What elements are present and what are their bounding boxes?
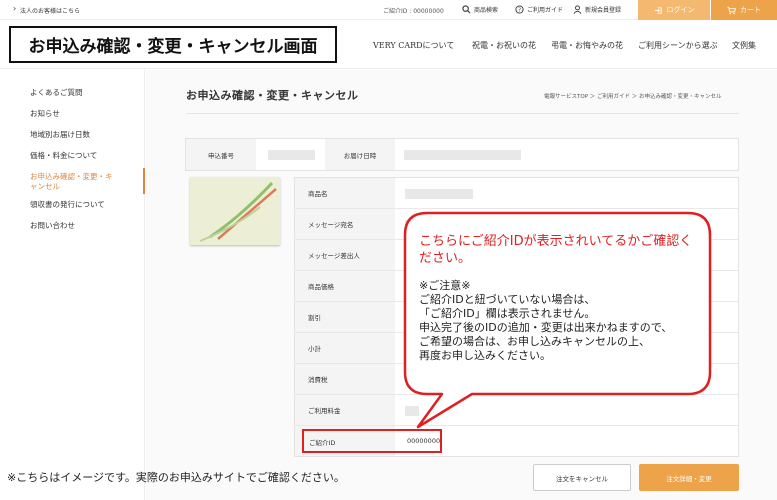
- referral-id-display: ご紹介ID : 00000000: [383, 8, 444, 15]
- table-row: 商品名: [295, 178, 738, 209]
- table-row: ご利用料金: [295, 395, 738, 426]
- row-label-sender: メッセージ差出人: [295, 240, 395, 270]
- row-value-recipient: [405, 220, 435, 230]
- breadcrumb[interactable]: 電報サービスTOP ＞ ご利用ガイド ＞ お申込み確認・変更・キャンセル: [544, 92, 722, 100]
- search-label: 商品検索: [474, 7, 499, 14]
- callout-note: ※ご注意※ ご紹介IDと紐づいていない場合は、 「ご紹介ID」欄は表示されません…: [419, 279, 699, 363]
- sidebar-item-news[interactable]: お知らせ: [30, 109, 60, 119]
- row-value-total: [405, 406, 419, 416]
- sidebar-item-contact[interactable]: お問い合わせ: [30, 221, 75, 231]
- sidebar-item-pricing[interactable]: 価格・料金について: [30, 151, 97, 161]
- search-link[interactable]: 商品検索: [462, 5, 498, 14]
- user-icon: [573, 5, 582, 14]
- sidebar-item-faq[interactable]: よくあるご質問: [30, 88, 83, 98]
- product-thumbnail: [190, 177, 280, 245]
- callout-headline: こちらにご紹介IDが表示されいてるかご確認ください。: [419, 234, 693, 266]
- register-link[interactable]: 新規会員登録: [573, 5, 621, 14]
- register-label: 新規会員登録: [585, 7, 622, 14]
- top-utility-bar: 法人のお客様はこちら ご紹介ID : 00000000 商品検索 ? ご利用ガイ…: [0, 0, 777, 20]
- nav-condolence-flowers[interactable]: 弔電・お悔やみの花: [551, 40, 623, 51]
- row-label-discount: 割引: [295, 302, 395, 332]
- callout-note-line: 申込完了後のIDの追加・変更は出来かねますので、: [419, 321, 673, 334]
- nav-sample-messages[interactable]: 文例集: [732, 40, 756, 51]
- table-row: 消費税: [295, 364, 738, 395]
- delivery-date-value: [404, 150, 521, 160]
- callout-note-line: ご希望の場合は、お申し込みキャンセルの上、: [419, 335, 650, 348]
- corporate-link[interactable]: 法人のお客様はこちら: [13, 4, 80, 15]
- login-label: ログイン: [666, 6, 695, 14]
- sidebar-item-order-confirm[interactable]: お申込み確認・変更・キャンセル: [30, 172, 118, 192]
- nav-celebration-flowers[interactable]: 祝電・お祝いの花: [472, 40, 536, 51]
- help-icon: ?: [515, 5, 524, 14]
- guide-link[interactable]: ? ご利用ガイド: [515, 5, 563, 14]
- cart-icon: [727, 6, 736, 14]
- header-divider: [0, 68, 777, 69]
- sidebar-item-receipt[interactable]: 領収書の発行について: [30, 200, 105, 210]
- sidebar-active-indicator: [143, 168, 145, 194]
- nav-very-card[interactable]: VERY CARDについて: [373, 40, 454, 51]
- referral-id-value: 00000000: [413, 8, 444, 15]
- callout-text: こちらにご紹介IDが表示されいてるかご確認ください。 ※ご注意※ ご紹介IDと紐…: [419, 233, 699, 363]
- delivery-date-label: お届け日時: [325, 139, 395, 170]
- row-label-price: 商品価格: [295, 271, 395, 301]
- callout-note-title: ※ご注意※: [419, 279, 471, 292]
- image-disclaimer: ※こちらはイメージです。実際のお申込みサイトでご確認ください。: [7, 471, 345, 484]
- row-label-product: 商品名: [295, 178, 395, 208]
- callout-note-line: ご紹介IDと紐づいていない場合は、: [419, 293, 596, 306]
- login-button[interactable]: ログイン: [638, 0, 710, 20]
- sidebar-item-delivery-days[interactable]: 地域別お届け日数: [30, 130, 90, 140]
- screen-headline: お申込み確認・変更・キャンセル画面: [9, 26, 337, 63]
- row-label-recipient: メッセージ宛名: [295, 209, 395, 239]
- login-icon: [654, 6, 662, 14]
- cart-button[interactable]: カート: [711, 0, 777, 20]
- row-label-tax: 消費税: [295, 364, 395, 394]
- row-label-subtotal: 小計: [295, 333, 395, 363]
- order-number-label: 申込番号: [186, 139, 256, 170]
- callout-note-line: 再度お申し込みください。: [419, 349, 551, 362]
- nav-usage-scenes[interactable]: ご利用シーンから選ぶ: [638, 40, 718, 51]
- page-title: お申込み確認・変更・キャンセル: [186, 89, 359, 102]
- product-image: [190, 177, 280, 245]
- cart-label: カート: [740, 6, 761, 14]
- row-value-product: [405, 189, 473, 199]
- order-number-value: [268, 150, 315, 160]
- callout-note-line: 「ご紹介ID」欄は表示されません。: [419, 307, 596, 320]
- row-label-total: ご利用料金: [295, 395, 395, 425]
- title-divider: [186, 113, 739, 114]
- order-detail-button[interactable]: 注文詳細・変更: [639, 464, 739, 491]
- svg-text:?: ?: [518, 8, 521, 14]
- search-icon: [462, 5, 471, 14]
- referral-id-label: ご紹介ID: [383, 8, 408, 15]
- referral-id-highlight: [302, 429, 442, 453]
- order-summary-table: 申込番号 お届け日時: [185, 138, 739, 171]
- cancel-order-button[interactable]: 注文をキャンセル: [533, 464, 631, 491]
- guide-label: ご利用ガイド: [527, 7, 564, 14]
